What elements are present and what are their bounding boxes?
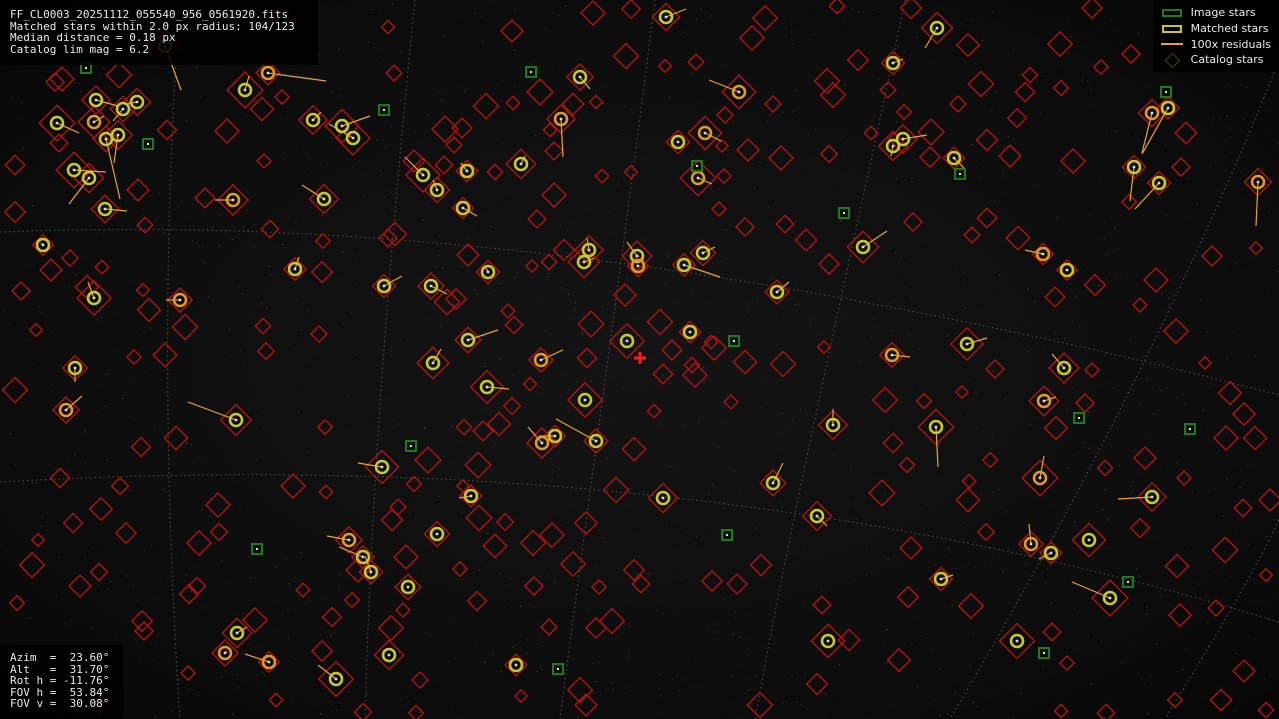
- azimuth-text: Azim = 23.60°: [10, 651, 110, 665]
- residual-line-symbol-icon: [1160, 43, 1183, 46]
- star-field-plot: [0, 0, 1279, 719]
- plot-legend: Image stars Matched stars 100x residuals…: [1152, 0, 1279, 72]
- fov-vertical-text: FOV v = 30.08°: [10, 697, 110, 711]
- legend-item-image-stars: Image stars: [1159, 5, 1271, 21]
- image-star-symbol-icon: [1161, 8, 1182, 17]
- legend-item-residuals: 100x residuals: [1159, 36, 1271, 52]
- filename-text: FF_CL0003_20251112_055540_956_0561920.fi…: [10, 8, 289, 21]
- legend-item-catalog-stars: Catalog stars: [1159, 52, 1271, 68]
- catalog-star-symbol-icon: [1165, 53, 1179, 67]
- matched-star-symbol-icon: [1161, 24, 1182, 33]
- solution-info-panel: FF_CL0003_20251112_055540_956_0561920.fi…: [0, 0, 318, 66]
- pointing-info-panel: Azim = 23.60° Alt = 31.70° Rot h = -11.76°…: [0, 645, 124, 719]
- catalog-limit-text: Catalog lim mag = 6.2: [10, 42, 150, 56]
- legend-item-matched-stars: Matched stars: [1159, 21, 1271, 37]
